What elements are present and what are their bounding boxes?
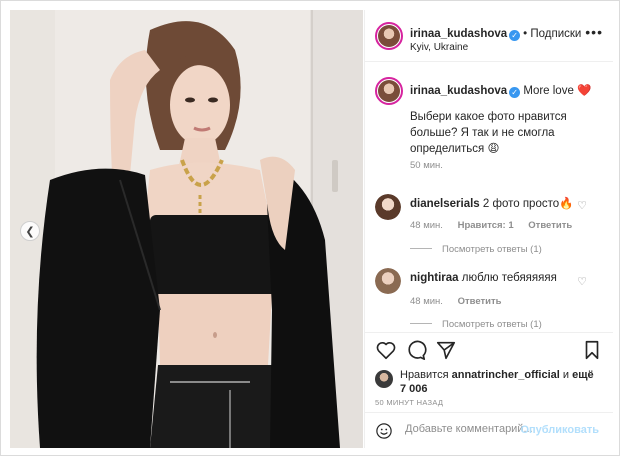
comment-icon[interactable] [405,339,427,361]
post-location[interactable]: Kyiv, Ukraine [410,42,468,53]
publish-button[interactable]: Опубликовать [520,424,599,436]
comment-line: nightiraa люблю тебяяяяяя [410,272,557,284]
post-header: irinaa_kudashova ✓ • Подписки Kyiv, Ukrain… [365,10,613,62]
comment-text: 2 фото просто🔥 [482,198,574,210]
view-replies-label: Посмотреть ответы (1) [442,244,542,255]
caption-text: Выбери какое фото нравится больше? Я так… [410,111,567,155]
post-panel: irinaa_kudashova ✓ • Подписки Kyiv, Ukrain… [364,10,613,448]
instagram-post-modal: ❮ irinaa_kudashova ✓ • Подписки Kyiv, Ukra… [0,0,620,456]
comment-like-icon[interactable]: ♡ [577,275,587,288]
emoji-icon[interactable] [375,422,393,440]
comment-time[interactable]: 48 мин. [410,296,443,307]
comment-avatar[interactable] [375,268,401,294]
post-photo: ❮ [10,10,363,448]
verified-badge-icon: ✓ [509,30,521,41]
post-timestamp[interactable]: 50 МИНУТ НАЗАД [375,398,443,407]
likes-prefix: Нравится [400,369,452,381]
comment-text: люблю тебяяяяяя [461,272,557,284]
chevron-left-icon: ❮ [25,225,35,238]
comment-username[interactable]: nightiraa [410,272,459,284]
author-username[interactable]: irinaa_kudashova [410,28,507,40]
likes-conjunction: и [559,369,573,381]
view-replies-button[interactable]: Посмотреть ответы (1) [410,319,542,330]
comment-likes[interactable]: Нравится: 1 [458,220,514,231]
caption-line: irinaa_kudashova ✓ More love ❤️ [410,83,591,98]
post-actions [365,332,613,368]
comment-username[interactable]: dianelserials [410,198,480,210]
share-icon[interactable] [435,339,457,361]
caption-author-avatar[interactable] [375,77,403,105]
carousel-prev-button[interactable]: ❮ [20,221,40,241]
author-avatar[interactable] [375,22,403,50]
comment-reply-button[interactable]: Ответить [528,220,572,231]
liker-avatar[interactable] [375,370,393,388]
verified-badge-icon: ✓ [509,87,521,98]
liker-username[interactable]: annatrincher_official [452,369,560,381]
author-line: irinaa_kudashova ✓ • Подписки [410,26,581,41]
comment-like-icon[interactable]: ♡ [577,199,587,212]
comment-meta: 48 мин. Ответить [410,296,513,307]
view-replies-button[interactable]: Посмотреть ответы (1) [410,244,542,255]
more-options-icon[interactable]: ••• [585,24,603,40]
follow-status[interactable]: • Подписки [523,28,581,40]
caption-time[interactable]: 50 мин. [410,160,443,171]
caption-author-username[interactable]: irinaa_kudashova [410,85,507,97]
heart-icon[interactable] [375,339,397,361]
caption-tag: More love ❤️ [523,85,592,97]
comment-meta: 48 мин. Нравится: 1 Ответить [410,220,584,231]
likes-text: Нравится annatrincher_official и ещё 7 0… [400,368,600,396]
comment-time[interactable]: 48 мин. [410,220,443,231]
comment-composer: Опубликовать [365,412,613,448]
comment-avatar[interactable] [375,194,401,220]
bookmark-icon[interactable] [581,339,603,361]
comment-line: dianelserials 2 фото просто🔥 [410,196,573,210]
comment-reply-button[interactable]: Ответить [458,296,502,307]
comments-list: irinaa_kudashova ✓ More love ❤️ Выбери ка… [365,63,613,331]
view-replies-label: Посмотреть ответы (1) [442,319,542,330]
